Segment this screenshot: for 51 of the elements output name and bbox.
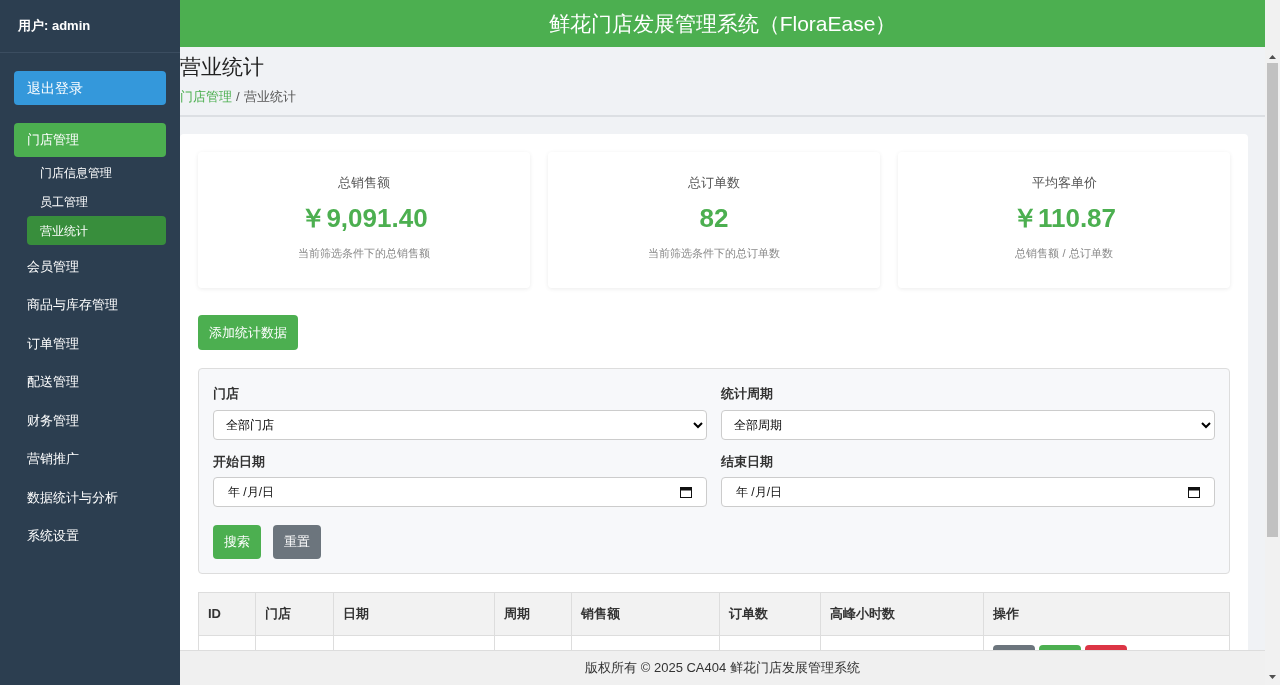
stat-label: 总订单数	[688, 174, 740, 192]
column-header: 门店	[256, 593, 334, 635]
column-header: 日期	[334, 593, 495, 635]
breadcrumb-current: 营业统计	[243, 88, 296, 106]
scroll-up-icon[interactable]	[1269, 55, 1276, 59]
column-header: 订单数	[720, 593, 821, 635]
stat-note: 当前筛选条件下的总订单数	[648, 245, 780, 261]
page-title: 营业统计	[180, 54, 265, 80]
scrollbar-thumb[interactable]	[1267, 63, 1278, 537]
user-label: 用户: admin	[18, 17, 91, 36]
filter-label: 统计周期	[721, 385, 774, 403]
nav-item[interactable]: 商品与库存管理	[14, 288, 166, 322]
calendar-icon[interactable]	[680, 486, 692, 498]
column-header: 销售额	[572, 593, 720, 635]
date-field[interactable]: 年 /月/日	[721, 477, 1215, 507]
column-header: 高峰小时数	[821, 593, 984, 635]
stat-label: 总销售额	[338, 174, 390, 192]
stat-value: 82	[699, 201, 729, 235]
filter-label: 开始日期	[213, 452, 266, 471]
date-value: 年 /月/日	[228, 484, 274, 501]
stat-note: 总销售额 / 总订单数	[1015, 245, 1113, 261]
nav-item[interactable]: 配送管理	[14, 365, 166, 399]
nav-item[interactable]: 数据统计与分析	[14, 480, 166, 515]
nav-subitem[interactable]: 营业统计	[27, 216, 166, 245]
stat-value: ￥9,091.40	[300, 201, 428, 235]
nav-item[interactable]: 系统设置	[14, 519, 166, 553]
nav-item[interactable]: 会员管理	[14, 249, 166, 284]
date-field[interactable]: 年 /月/日	[213, 477, 707, 507]
app-title: 鲜花门店发展管理系统（FloraEase）	[548, 10, 897, 37]
stat-note: 当前筛选条件下的总销售额	[298, 245, 430, 261]
column-header: 操作	[992, 605, 1020, 624]
scroll-down-icon[interactable]	[1269, 675, 1276, 679]
scrollbar[interactable]	[1265, 0, 1280, 685]
copyright-text: 版权所有 © 2025 CA404 鲜花门店发展管理系统	[585, 659, 860, 678]
stat-label: 平均客单价	[1031, 174, 1097, 192]
calendar-icon[interactable]	[1188, 486, 1200, 498]
filter-select[interactable]: 全部门店	[213, 409, 707, 440]
nav-subitem[interactable]: 门店信息管理	[27, 158, 166, 187]
filter-label: 门店	[213, 385, 240, 403]
filter-label: 结束日期	[721, 452, 774, 471]
reset-button[interactable]: 重置	[273, 525, 321, 559]
nav-subitem[interactable]: 员工管理	[27, 187, 166, 216]
filter-select[interactable]: 全部周期	[721, 409, 1215, 440]
nav-item[interactable]: 订单管理	[14, 326, 166, 361]
column-header: 周期	[495, 593, 572, 635]
breadcrumb-separator: /	[236, 88, 240, 106]
stat-value: ￥110.87	[1011, 201, 1117, 235]
nav-item[interactable]: 营销推广	[14, 442, 166, 476]
nav-item[interactable]: 财务管理	[14, 403, 166, 438]
column-header: ID	[199, 593, 256, 635]
date-value: 年 /月/日	[736, 484, 782, 501]
